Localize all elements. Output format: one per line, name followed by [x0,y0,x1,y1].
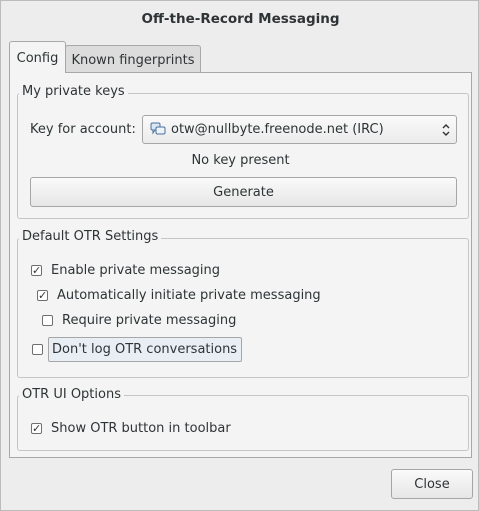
otr-dialog: Off-the-Record Messaging Config Known fi… [0,0,479,511]
default-otr-settings-heading: Default OTR Settings [19,229,162,244]
tab-config-label: Config [16,51,59,66]
tab-known-fingerprints-label: Known fingerprints [71,53,195,68]
account-select[interactable]: otw@nullbyte.freenode.net (IRC) [142,115,457,144]
otr-ui-options-heading: OTR UI Options [19,387,124,402]
key-status-text: No key present [191,153,290,168]
updown-arrows-icon [441,122,451,138]
tab-known-fingerprints[interactable]: Known fingerprints [65,45,201,73]
checkbox-checked-icon: ✓ [31,264,42,277]
checkbox-unchecked-icon [42,315,53,326]
window-title: Off-the-Record Messaging [141,11,340,27]
checkbox-unchecked-icon [32,344,43,355]
title-bar[interactable]: Off-the-Record Messaging [1,1,479,37]
close-button-label: Close [414,477,450,492]
tab-config[interactable]: Config [9,41,66,73]
enable-private-messaging-label: Enable private messaging [51,263,221,278]
account-select-value: otw@nullbyte.freenode.net (IRC) [171,122,384,137]
require-private-messaging-label: Require private messaging [62,313,237,328]
dont-log-conversations-checkbox[interactable]: Don't log OTR conversations [31,337,243,363]
account-label: Key for account: [30,122,136,137]
checkbox-checked-icon: ✓ [31,422,42,435]
private-keys-heading: My private keys [19,84,128,99]
show-otr-button-label: Show OTR button in toolbar [51,421,231,436]
generate-button-label: Generate [213,185,274,200]
chat-bubbles-icon [150,121,166,137]
dont-log-conversations-label: Don't log OTR conversations [52,342,238,357]
auto-initiate-label: Automatically initiate private messaging [57,288,321,303]
close-button[interactable]: Close [391,469,473,499]
checkbox-checked-icon: ✓ [37,289,48,302]
generate-button[interactable]: Generate [30,177,457,207]
